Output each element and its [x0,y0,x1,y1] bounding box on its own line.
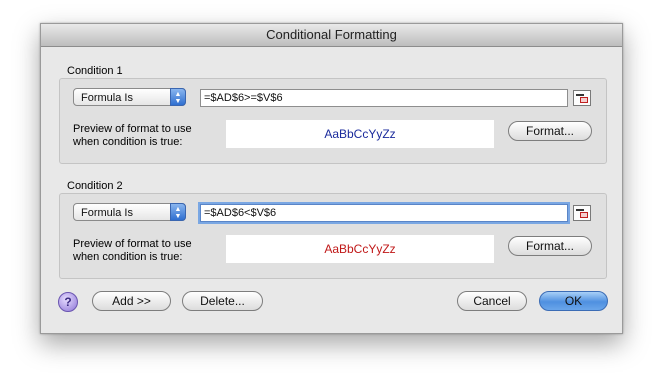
condition-2-label: Condition 2 [67,180,123,192]
condition-2-preview-label: Preview of format to use when condition … [73,238,192,263]
condition-1-label: Condition 1 [67,65,123,77]
condition-1-type-select[interactable]: Formula Is ▲ ▼ [73,88,186,106]
condition-1-preview-box: AaBbCcYyZz [226,120,494,148]
popup-arrows-icon: ▲ ▼ [170,203,186,221]
delete-button[interactable]: Delete... [182,291,263,311]
ok-button[interactable]: OK [539,291,608,311]
popup-arrows-icon: ▲ ▼ [170,88,186,106]
conditional-formatting-dialog: Conditional Formatting Condition 1 Formu… [40,23,623,334]
condition-2-type-value: Formula Is [81,207,133,219]
condition-2-preview-box: AaBbCcYyZz [226,235,494,263]
condition-1-format-button[interactable]: Format... [508,121,592,141]
condition-1-range-picker-icon[interactable] [573,90,591,106]
condition-1-type-value: Formula Is [81,92,133,104]
condition-2-type-select[interactable]: Formula Is ▲ ▼ [73,203,186,221]
condition-2-group: Formula Is ▲ ▼ =$AD$6<$V$6 Preview of for… [59,193,607,279]
add-button[interactable]: Add >> [92,291,171,311]
condition-2-formula-input[interactable]: =$AD$6<$V$6 [200,204,568,222]
condition-1-preview-text: AaBbCcYyZz [324,127,396,141]
condition-2-format-button[interactable]: Format... [508,236,592,256]
condition-1-preview-label: Preview of format to use when condition … [73,123,192,148]
condition-2-preview-text: AaBbCcYyZz [324,242,396,256]
condition-1-formula-input[interactable]: =$AD$6>=$V$6 [200,89,568,107]
window-title: Conditional Formatting [41,24,622,47]
condition-1-group: Formula Is ▲ ▼ =$AD$6>=$V$6 Preview of fo… [59,78,607,164]
help-icon[interactable]: ? [58,292,78,312]
condition-2-range-picker-icon[interactable] [573,205,591,221]
cancel-button[interactable]: Cancel [457,291,527,311]
